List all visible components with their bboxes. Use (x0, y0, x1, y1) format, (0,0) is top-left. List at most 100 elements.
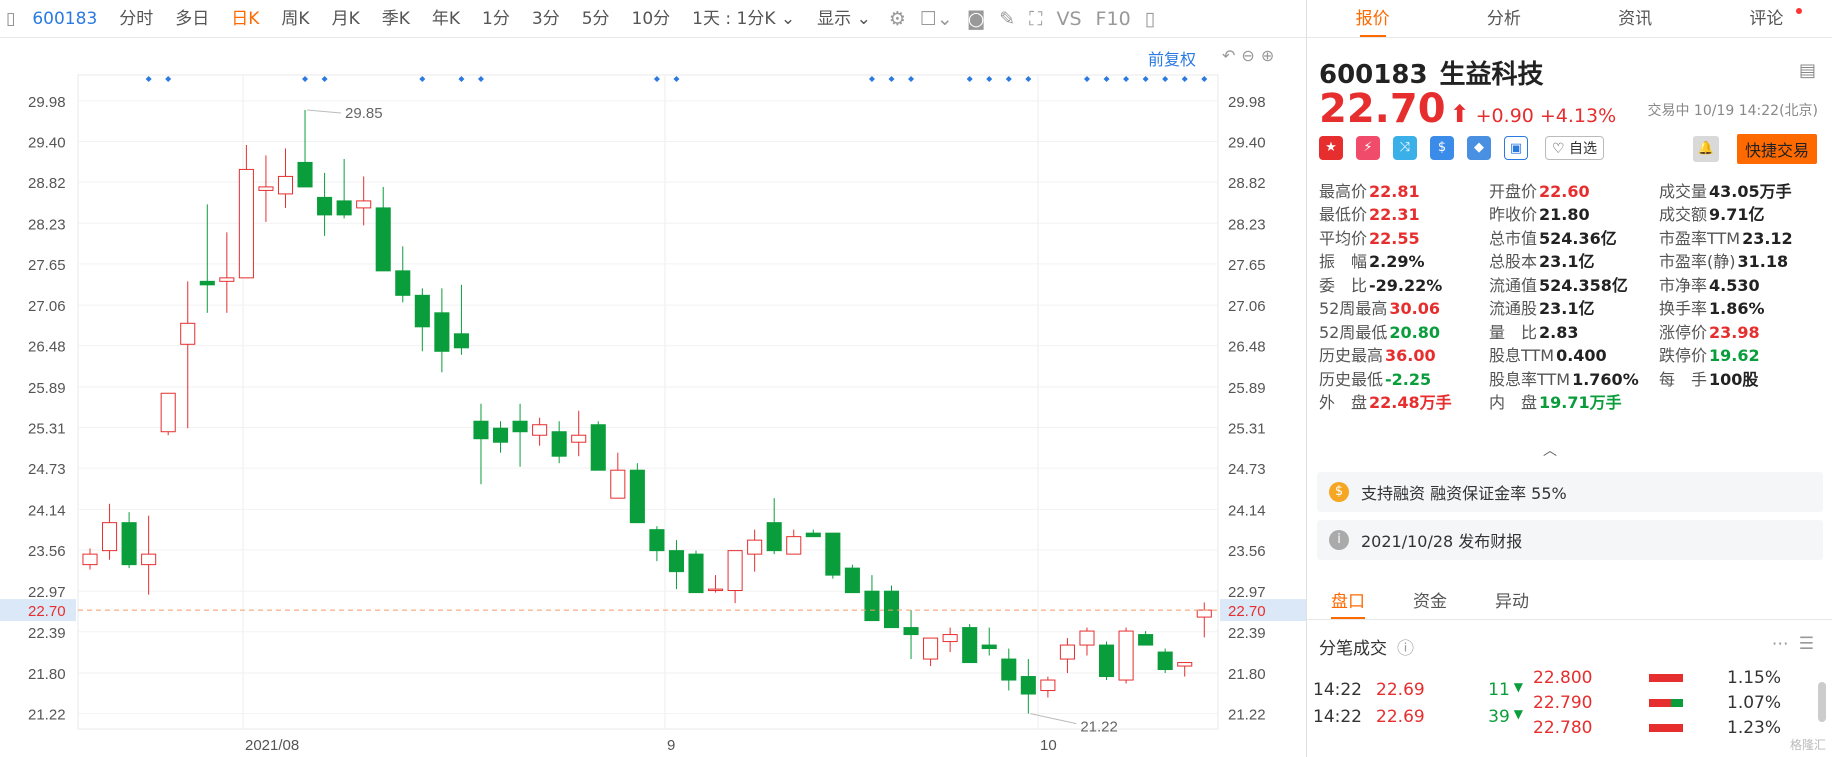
dollar-icon[interactable]: $ (1430, 136, 1454, 160)
list-icon[interactable]: ☰ (1799, 634, 1824, 654)
stat-cell: 总市值 524.36亿 (1489, 225, 1659, 249)
zoom-out-icon[interactable]: ⊖ (1241, 46, 1260, 65)
y-tick-label-left: 24.14 (28, 502, 66, 519)
stat-value: 1.760% (1572, 369, 1639, 389)
tag-icon[interactable]: ◆ (1467, 136, 1491, 160)
kline-chart[interactable]: 29.98 29.98 29.40 29.40 28.82 28.82 28.23 28.23… (0, 38, 1306, 757)
chevron-up-icon[interactable]: ︿ (1543, 440, 1557, 460)
depth-bar-fill (1671, 699, 1683, 707)
tab-10min[interactable]: 10分 (621, 0, 682, 38)
event-marker-icon (986, 76, 993, 82)
candle-body (864, 590, 880, 622)
shuffle-icon[interactable]: ⤨ (1393, 136, 1417, 160)
y-tick-label-right: 21.22 (1228, 707, 1266, 724)
bookmark-icon[interactable]: ▣ (1504, 136, 1528, 160)
rank-icon[interactable]: ⚡ (1356, 136, 1380, 160)
info-icon[interactable]: ⓘ (1397, 639, 1414, 659)
tab-analysis[interactable]: 分析 (1438, 0, 1569, 37)
tab-comments[interactable]: 评论 (1701, 0, 1832, 37)
stat-label: 股息TTM (1489, 346, 1555, 366)
report-info[interactable]: i 2021/10/28 发布财报 (1317, 520, 1823, 560)
stats-row: 振 幅 2.29% 总股本 23.1亿 市盈率(静) 31.18 (1319, 249, 1829, 273)
tab-1min[interactable]: 1分 (471, 0, 521, 38)
add-watchlist-button[interactable]: ♡ 自选 (1545, 136, 1605, 160)
stock-code-label[interactable]: 600183 (21, 0, 108, 38)
y-tick-label-right: 28.82 (1228, 175, 1266, 192)
stats-row: 平均价 22.55 总市值 524.36亿 市盈率TTM 23.12 (1319, 225, 1829, 249)
candle-body (277, 175, 294, 195)
up-arrow-icon: ⬆ (1449, 100, 1470, 128)
stat-value: 2.29% (1369, 252, 1425, 272)
event-marker-icon (908, 76, 915, 82)
x-tick-label: 10 (1040, 737, 1057, 754)
stat-value: 0.400 (1556, 346, 1607, 366)
tab-pankou[interactable]: 盘口 (1307, 584, 1389, 619)
stat-value: 22.55 (1369, 228, 1420, 248)
tab-quote[interactable]: 报价 (1307, 0, 1438, 37)
stat-label: 委 比 (1319, 275, 1368, 295)
low-annotation: 21.22 (1080, 719, 1118, 736)
tab-funds[interactable]: 资金 (1389, 584, 1471, 619)
pen-icon[interactable]: ✎ (992, 8, 1022, 30)
menu-icon[interactable]: ▤ (1799, 60, 1816, 81)
event-marker-icon (458, 76, 465, 82)
f10-button[interactable]: F10 (1089, 8, 1138, 30)
tab-weekly-k[interactable]: 周K (270, 0, 320, 38)
fuquan-toggle[interactable]: 前复权 (1148, 46, 1196, 70)
event-marker-icon (419, 76, 426, 82)
event-marker-icon (165, 76, 172, 82)
display-dropdown[interactable]: 显示 ⌄ (806, 0, 882, 38)
candle-body (590, 424, 606, 471)
china-flag-icon[interactable]: ★ (1319, 136, 1343, 160)
panel-icon[interactable]: ▯ (0, 0, 21, 38)
candle-body (82, 553, 98, 566)
tab-yearly-k[interactable]: 年K (421, 0, 471, 38)
margin-info[interactable]: $ 支持融资 融资保证金率 55% (1317, 472, 1823, 512)
tab-multiday[interactable]: 多日 (164, 0, 220, 38)
tab-movement[interactable]: 异动 (1471, 584, 1553, 619)
zoom-controls[interactable]: ↶⊖⊕ (1222, 46, 1280, 65)
interval-dropdown[interactable]: 1天 : 1分K ⌄ (681, 0, 806, 38)
y-tick-label-left: 26.48 (28, 339, 66, 356)
panel-toggle-icon[interactable]: ▯ (1138, 8, 1162, 30)
more-icon[interactable]: ⋯ (1772, 634, 1799, 654)
vs-button[interactable]: VS (1049, 8, 1088, 30)
depth-price: 22.800 (1533, 668, 1593, 688)
tab-news[interactable]: 资讯 (1570, 0, 1701, 37)
stat-cell: 52周最低 20.80 (1319, 319, 1489, 343)
tab-3min[interactable]: 3分 (521, 0, 571, 38)
tab-5min[interactable]: 5分 (571, 0, 621, 38)
undo-icon[interactable]: ↶ (1222, 46, 1241, 65)
candle-body (121, 522, 137, 566)
candle-body (414, 294, 430, 328)
tab-quarterly-k[interactable]: 季K (371, 0, 421, 38)
stat-value: 23.1亿 (1539, 252, 1595, 272)
tick-trades-title: 分笔成交 ⓘ (1319, 634, 1414, 659)
candle-body (434, 312, 450, 352)
y-tick-label-left: 21.22 (28, 707, 66, 724)
candle-body (297, 161, 313, 188)
stat-cell: 股息TTM 0.400 (1489, 342, 1659, 366)
stat-value: 2.83 (1539, 322, 1579, 342)
settings-icon[interactable]: ⚙ (882, 8, 913, 30)
y-tick-label-right: 22.97 (1228, 584, 1266, 601)
tab-monthly-k[interactable]: 月K (321, 0, 371, 38)
event-marker-icon (1005, 76, 1012, 82)
scrollbar[interactable] (1818, 682, 1826, 722)
stat-cell: 历史最高 36.00 (1319, 342, 1489, 366)
high-annotation-leader (306, 109, 342, 114)
zoom-in-icon[interactable]: ⊕ (1261, 46, 1280, 65)
tab-fenshi[interactable]: 分时 (108, 0, 164, 38)
bell-icon[interactable]: 🔔 (1693, 136, 1719, 162)
candle-body (688, 553, 704, 594)
stats-row: 52周最高 30.06 流通股 23.1亿 换手率 1.86% (1319, 296, 1829, 320)
event-marker-icon (1103, 76, 1110, 82)
tab-daily-k[interactable]: 日K (220, 0, 270, 38)
depth-pct: 1.23% (1727, 718, 1782, 738)
stat-cell: 成交额 9.71亿 (1659, 201, 1829, 225)
fullscreen-icon[interactable]: ⛶ (1022, 8, 1049, 30)
checkbox-icon[interactable]: ☐⌄ (913, 8, 960, 30)
quick-trade-button[interactable]: 快捷交易 (1737, 134, 1818, 164)
down-arrow-icon: ▼ (1513, 707, 1523, 721)
camera-icon[interactable]: ◙ (960, 8, 992, 30)
